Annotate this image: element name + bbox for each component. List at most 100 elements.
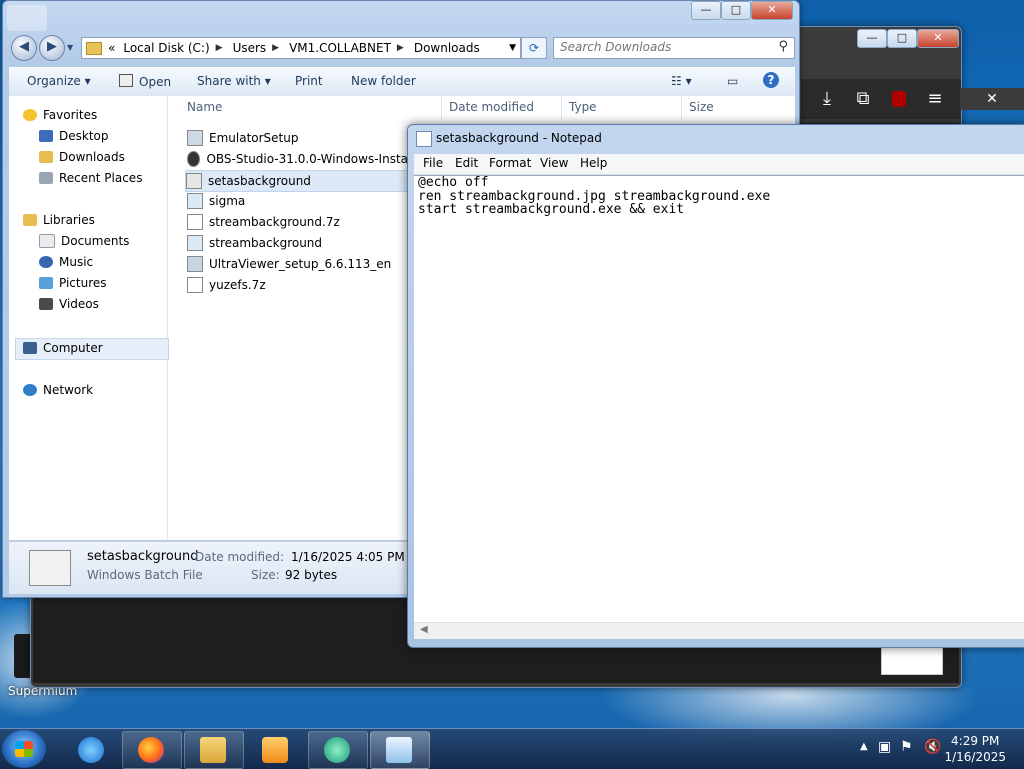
action-center-flag-icon[interactable]: ⚑ [900, 739, 913, 755]
view-options-icon[interactable]: ☷ ▾ [671, 74, 692, 88]
menu-edit[interactable]: Edit [455, 156, 478, 170]
volume-muted-icon[interactable]: 🔇 [924, 739, 941, 755]
computer-icon [23, 342, 37, 354]
menu-icon[interactable]: ≡ [921, 85, 949, 113]
organize-button[interactable]: Organize ▾ [27, 74, 91, 88]
file-item[interactable]: EmulatorSetup [187, 128, 427, 148]
column-size[interactable]: Size [689, 100, 714, 114]
nav-documents[interactable]: Documents [39, 232, 129, 250]
search-box[interactable]: ⚲ [553, 37, 795, 59]
horizontal-scrollbar[interactable]: ◀ [414, 622, 1024, 639]
nav-recent-places[interactable]: Recent Places [39, 169, 142, 187]
browser-close-button[interactable]: ✕ [917, 29, 959, 48]
extensions-icon[interactable]: ⧉ [849, 85, 877, 113]
menu-help[interactable]: Help [580, 156, 607, 170]
libraries-icon [23, 214, 37, 226]
firefox-icon [138, 737, 164, 763]
new-folder-button[interactable]: New folder [351, 74, 416, 88]
file-item[interactable]: UltraViewer_setup_6.6.113_en [187, 254, 427, 274]
show-hidden-icons-icon[interactable]: ▲ [860, 741, 868, 752]
browser-maximize-button[interactable]: □ [887, 29, 917, 48]
browser-minimize-button[interactable]: — [857, 29, 887, 48]
start-button[interactable] [2, 730, 46, 768]
command-bar: Organize ▾ Open Share with ▾ Print New f… [9, 67, 795, 97]
taskbar-notepad[interactable] [370, 731, 430, 769]
downloads-folder-icon [39, 151, 53, 163]
column-date-modified[interactable]: Date modified [449, 100, 534, 114]
back-button[interactable]: ◀ [11, 35, 37, 61]
download-icon[interactable]: ⤓ [813, 85, 841, 113]
address-dropdown-icon[interactable]: ▼ [509, 43, 516, 53]
file-item[interactable]: sigma [187, 191, 427, 211]
refresh-button[interactable]: ⟳ [521, 37, 547, 59]
nav-network[interactable]: Network [23, 381, 93, 399]
file-item[interactable]: streambackground.7z [187, 212, 427, 232]
open-icon [119, 74, 133, 87]
file-item[interactable]: yuzefs.7z [187, 275, 427, 295]
details-date-label: Date modified: [195, 550, 285, 564]
share-with-button[interactable]: Share with ▾ [197, 74, 271, 88]
taskbar-ultraviewer[interactable] [308, 731, 368, 769]
file-item[interactable]: OBS-Studio-31.0.0-Windows-Installer [187, 149, 427, 169]
recent-pages-chevron-icon[interactable]: ▼ [67, 43, 73, 52]
breadcrumb-users[interactable]: Users [233, 41, 267, 55]
nav-libraries[interactable]: Libraries [23, 211, 95, 229]
taskbar-internet-explorer[interactable] [62, 731, 122, 769]
address-bar[interactable]: « Local Disk (C:) ▶ Users ▶ VM1.COLLABNE… [81, 37, 521, 59]
ublock-icon[interactable] [885, 85, 913, 113]
scroll-left-icon[interactable]: ◀ [420, 624, 428, 635]
menu-format[interactable]: Format [489, 156, 531, 170]
notepad-content[interactable]: @echo off ren streambackground.jpg strea… [414, 176, 1024, 217]
details-file-name: setasbackground [87, 549, 199, 564]
search-icon[interactable]: ⚲ [778, 39, 788, 54]
nav-computer[interactable]: Computer [23, 339, 103, 357]
file-item[interactable]: streambackground [187, 233, 427, 253]
column-divider[interactable] [681, 96, 682, 120]
notepad-title: setasbackground - Notepad [436, 131, 602, 145]
breadcrumb-local-disk[interactable]: Local Disk (C:) [123, 41, 209, 55]
network-status-icon[interactable]: ▣ [878, 739, 891, 755]
file-item-selected[interactable]: setasbackground [185, 170, 427, 192]
close-icon[interactable]: ✕ [960, 88, 1024, 110]
breadcrumb-downloads[interactable]: Downloads [414, 41, 480, 55]
navigation-pane[interactable]: Favorites Desktop Downloads Recent Place… [9, 96, 169, 540]
breadcrumb-vm1[interactable]: VM1.COLLABNET [289, 41, 391, 55]
column-type[interactable]: Type [569, 100, 597, 114]
print-button[interactable]: Print [295, 74, 323, 88]
clock[interactable]: 4:29 PM 1/16/2025 [944, 733, 1006, 765]
menu-view[interactable]: View [540, 156, 568, 170]
breadcrumb-overflow[interactable]: « [108, 41, 115, 55]
notepad-window[interactable]: setasbackground - Notepad File Edit Form… [407, 124, 1024, 648]
column-divider[interactable] [441, 96, 442, 120]
taskbar-media-player[interactable] [246, 731, 306, 769]
chevron-right-icon[interactable]: ▶ [216, 43, 223, 53]
explorer-minimize-button[interactable]: — [691, 1, 721, 20]
details-file-type: Windows Batch File [87, 568, 203, 582]
search-input[interactable] [554, 38, 770, 56]
explorer-maximize-button[interactable]: □ [721, 1, 751, 20]
preview-pane-icon[interactable]: ▭ [727, 74, 738, 88]
batch-file-icon [29, 550, 71, 586]
folder-icon [86, 41, 102, 55]
nav-desktop[interactable]: Desktop [39, 127, 109, 145]
help-icon[interactable]: ? [763, 72, 779, 88]
open-button[interactable]: Open [119, 74, 171, 89]
menu-file[interactable]: File [423, 156, 443, 170]
details-size-label: Size: [251, 568, 280, 582]
folder-icon [200, 737, 226, 763]
forward-button[interactable]: ▶ [39, 35, 65, 61]
nav-pictures[interactable]: Pictures [39, 274, 107, 292]
taskbar-explorer[interactable] [184, 731, 244, 769]
nav-favorites[interactable]: Favorites [23, 106, 97, 124]
chevron-right-icon[interactable]: ▶ [272, 43, 279, 53]
taskbar-firefox[interactable] [122, 731, 182, 769]
notepad-text-area[interactable]: @echo off ren streambackground.jpg strea… [414, 175, 1024, 630]
nav-videos[interactable]: Videos [39, 295, 99, 313]
nav-downloads[interactable]: Downloads [39, 148, 125, 166]
windows-logo-icon [15, 741, 33, 757]
explorer-close-button[interactable]: ✕ [751, 1, 793, 20]
chevron-right-icon[interactable]: ▶ [397, 43, 404, 53]
column-divider[interactable] [561, 96, 562, 120]
column-name[interactable]: Name [187, 100, 222, 114]
nav-music[interactable]: Music [39, 253, 93, 271]
